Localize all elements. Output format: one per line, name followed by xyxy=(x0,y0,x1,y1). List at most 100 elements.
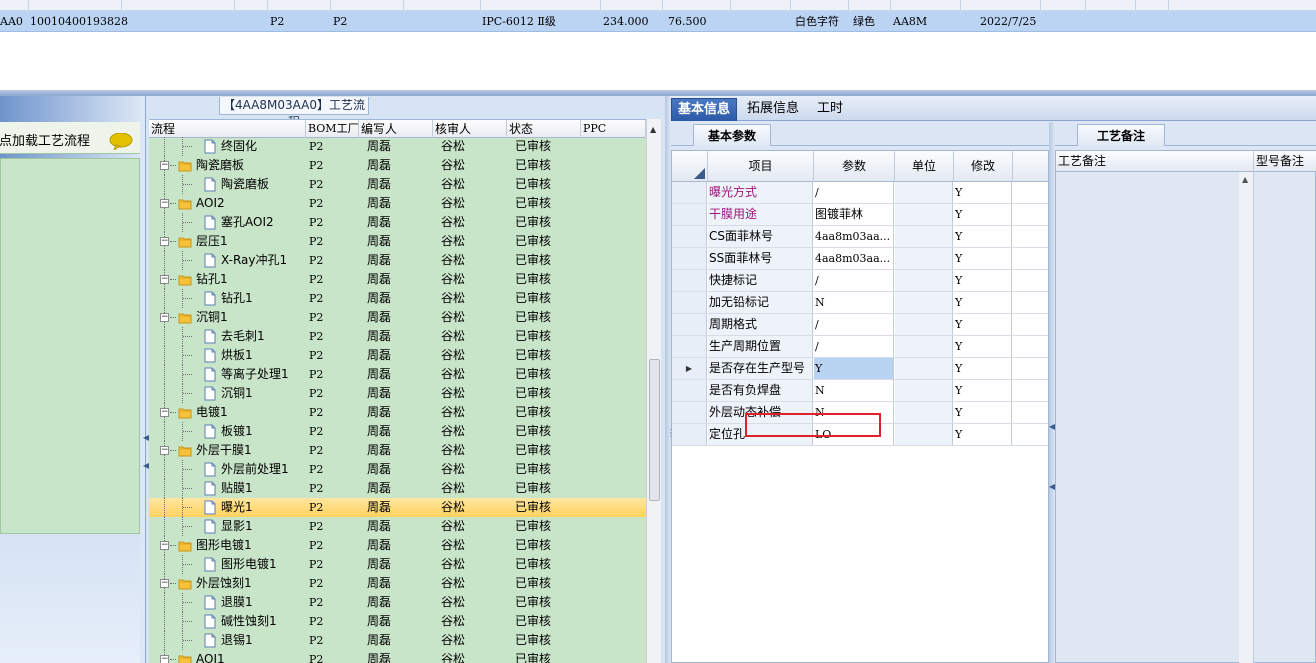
param-row[interactable]: 生产周期位置 / Y xyxy=(672,336,1048,358)
collapse-toggle-icon[interactable]: − xyxy=(160,237,169,246)
tab-work-hours[interactable]: 工时 xyxy=(811,98,849,121)
param-unit-cell[interactable] xyxy=(895,270,953,291)
collapse-toggle-icon[interactable]: − xyxy=(160,313,169,322)
param-modify-cell[interactable]: Y xyxy=(954,292,1012,313)
param-modify-cell[interactable]: Y xyxy=(954,336,1012,357)
param-row[interactable]: 曝光方式 / Y xyxy=(672,182,1048,204)
tree-row[interactable]: − 外层干膜1 P2 周磊 谷松 已审核 xyxy=(149,441,646,460)
order-row-selected[interactable]: AA0 10010400193828 P2 P2 IPC-6012 Ⅱ级 234.000 7… xyxy=(0,11,1316,32)
param-row[interactable]: SS面菲林号 4aa8m03aa... Y xyxy=(672,248,1048,270)
param-unit-cell[interactable] xyxy=(895,314,953,335)
tree-row[interactable]: 沉铜1 P2 周磊 谷松 已审核 xyxy=(149,384,646,403)
params-header-param[interactable]: 参数 xyxy=(814,151,895,182)
param-modify-cell[interactable]: Y xyxy=(954,226,1012,247)
tree-row[interactable]: − 图形电镀1 P2 周磊 谷松 已审核 xyxy=(149,536,646,555)
param-value-field[interactable]: N xyxy=(814,380,894,401)
collapse-toggle-icon[interactable]: − xyxy=(160,275,169,284)
param-unit-cell[interactable] xyxy=(895,182,953,203)
tree-row[interactable]: − 钻孔1 P2 周磊 谷松 已审核 xyxy=(149,270,646,289)
scroll-thumb[interactable] xyxy=(649,359,660,501)
row-indicator[interactable] xyxy=(672,182,707,203)
tab-extended-info[interactable]: 拓展信息 xyxy=(741,98,805,121)
param-row[interactable]: 周期格式 / Y xyxy=(672,314,1048,336)
param-modify-cell[interactable]: Y xyxy=(954,182,1012,203)
row-indicator[interactable] xyxy=(672,226,707,247)
scroll-up-arrow-icon[interactable]: ▲ xyxy=(650,125,656,134)
column-header-ppc[interactable]: PPC xyxy=(581,120,646,138)
param-value-field[interactable]: / xyxy=(814,314,894,335)
row-indicator[interactable] xyxy=(672,336,707,357)
tree-row[interactable]: − AOI2 P2 周磊 谷松 已审核 xyxy=(149,194,646,213)
tree-row[interactable]: 板镀1 P2 周磊 谷松 已审核 xyxy=(149,422,646,441)
param-row[interactable]: 加无铅标记 N Y xyxy=(672,292,1048,314)
param-unit-cell[interactable] xyxy=(895,358,953,379)
collapse-toggle-icon[interactable]: − xyxy=(160,408,169,417)
row-indicator[interactable] xyxy=(672,270,707,291)
collapse-toggle-icon[interactable]: − xyxy=(160,541,169,550)
tree-row[interactable]: 终固化 P2 周磊 谷松 已审核 xyxy=(149,137,646,156)
tree-row[interactable]: 退锡1 P2 周磊 谷松 已审核 xyxy=(149,631,646,650)
tree-row[interactable]: 碱性蚀刻1 P2 周磊 谷松 已审核 xyxy=(149,612,646,631)
notes-header-process[interactable]: 工艺备注 xyxy=(1056,151,1254,172)
param-row[interactable]: 干膜用途 图镀菲林 Y xyxy=(672,204,1048,226)
notes-scrollbar[interactable]: ▲ xyxy=(1239,172,1253,663)
column-header-status[interactable]: 状态 xyxy=(507,120,581,138)
param-row[interactable]: 快捷标记 / Y xyxy=(672,270,1048,292)
tree-row[interactable]: − 外层蚀刻1 P2 周磊 谷松 已审核 xyxy=(149,574,646,593)
row-indicator[interactable] xyxy=(672,424,707,445)
collapse-toggle-icon[interactable]: − xyxy=(160,199,169,208)
tree-row[interactable]: 显影1 P2 周磊 谷松 已审核 xyxy=(149,517,646,536)
param-unit-cell[interactable] xyxy=(895,292,953,313)
tree-row[interactable]: 烘板1 P2 周磊 谷松 已审核 xyxy=(149,346,646,365)
param-modify-cell[interactable]: Y xyxy=(954,204,1012,225)
tree-row[interactable]: 退膜1 P2 周磊 谷松 已审核 xyxy=(149,593,646,612)
param-modify-cell[interactable]: Y xyxy=(954,314,1012,335)
column-header-flow[interactable]: 流程 xyxy=(149,120,306,138)
column-header-bom[interactable]: BOM工厂 xyxy=(306,120,359,138)
param-unit-cell[interactable] xyxy=(895,380,953,401)
subtab-process-notes[interactable]: 工艺备注 xyxy=(1077,124,1165,146)
param-unit-cell[interactable] xyxy=(895,424,953,445)
params-header-unit[interactable]: 单位 xyxy=(895,151,954,182)
speech-bubble-icon[interactable] xyxy=(109,133,133,150)
param-modify-cell[interactable]: Y xyxy=(954,270,1012,291)
param-unit-cell[interactable] xyxy=(895,204,953,225)
row-indicator[interactable] xyxy=(672,248,707,269)
param-unit-cell[interactable] xyxy=(895,402,953,423)
param-value-field[interactable]: N xyxy=(814,292,894,313)
tab-basic-info[interactable]: 基本信息 xyxy=(671,98,738,121)
param-value-field[interactable]: 4aa8m03aa... xyxy=(814,248,894,269)
tree-vertical-scrollbar[interactable]: ▲ xyxy=(646,119,661,663)
param-row[interactable]: CS面菲林号 4aa8m03aa... Y xyxy=(672,226,1048,248)
tree-row[interactable]: 塞孔AOI2 P2 周磊 谷松 已审核 xyxy=(149,213,646,232)
scroll-up-arrow-icon[interactable]: ▲ xyxy=(1242,175,1248,184)
tree-row[interactable]: 贴膜1 P2 周磊 谷松 已审核 xyxy=(149,479,646,498)
row-indicator[interactable] xyxy=(672,380,707,401)
row-indicator[interactable] xyxy=(672,292,707,313)
param-modify-cell[interactable]: Y xyxy=(954,358,1012,379)
tree-row[interactable]: 图形电镀1 P2 周磊 谷松 已审核 xyxy=(149,555,646,574)
param-modify-cell[interactable]: Y xyxy=(954,380,1012,401)
tree-row[interactable]: − 层压1 P2 周磊 谷松 已审核 xyxy=(149,232,646,251)
param-value-field[interactable]: / xyxy=(814,182,894,203)
param-modify-cell[interactable]: Y xyxy=(954,248,1012,269)
row-indicator[interactable] xyxy=(672,402,707,423)
tree-row[interactable]: 钻孔1 P2 周磊 谷松 已审核 xyxy=(149,289,646,308)
tree-row[interactable]: − 电镀1 P2 周磊 谷松 已审核 xyxy=(149,403,646,422)
param-unit-cell[interactable] xyxy=(895,226,953,247)
tree-row[interactable]: 曝光1 P2 周磊 谷松 已审核 xyxy=(149,498,646,517)
param-modify-cell[interactable]: Y xyxy=(954,424,1012,445)
collapse-toggle-icon[interactable]: − xyxy=(160,446,169,455)
param-modify-cell[interactable]: Y xyxy=(954,402,1012,423)
collapse-toggle-icon[interactable]: − xyxy=(160,161,169,170)
tree-row[interactable]: − 陶瓷磨板 P2 周磊 谷松 已审核 xyxy=(149,156,646,175)
param-value-field[interactable]: / xyxy=(814,336,894,357)
tree-row[interactable]: 去毛刺1 P2 周磊 谷松 已审核 xyxy=(149,327,646,346)
tree-row[interactable]: X-Ray冲孔1 P2 周磊 谷松 已审核 xyxy=(149,251,646,270)
row-indicator[interactable] xyxy=(672,314,707,335)
tree-row[interactable]: − AOI1 P2 周磊 谷松 已审核 xyxy=(149,650,646,663)
notes-header-model[interactable]: 型号备注 xyxy=(1254,151,1316,172)
param-unit-cell[interactable] xyxy=(895,336,953,357)
param-value-field[interactable]: 图镀菲林 xyxy=(814,204,894,225)
param-unit-cell[interactable] xyxy=(895,248,953,269)
